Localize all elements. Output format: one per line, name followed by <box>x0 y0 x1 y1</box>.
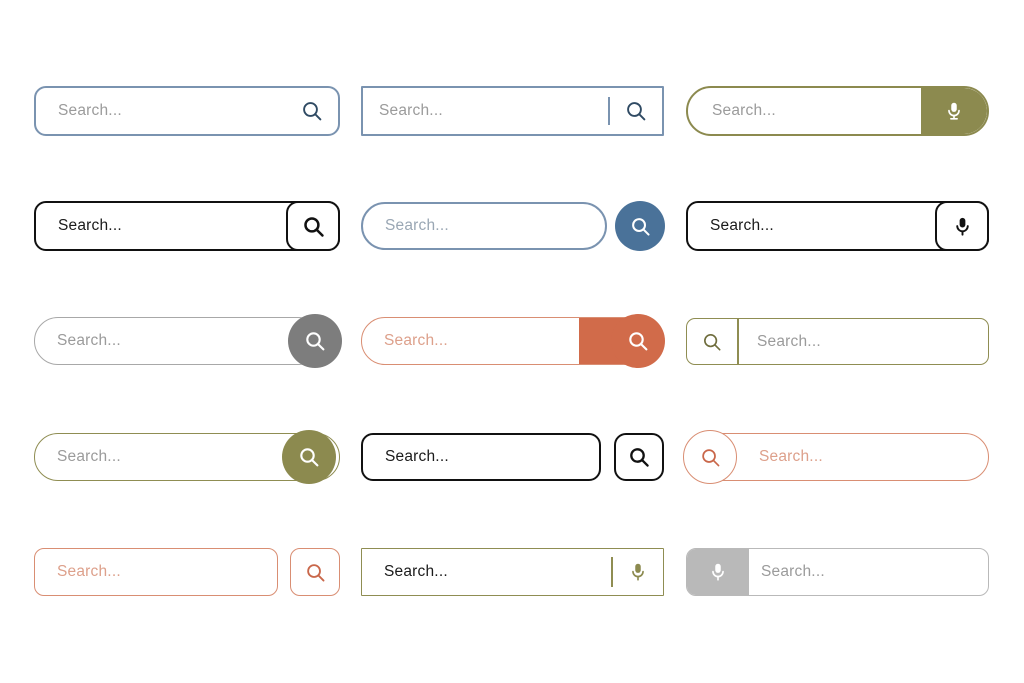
search-input-wrapper[interactable]: Search... <box>361 202 607 250</box>
search-placeholder: Search... <box>757 332 821 350</box>
search-placeholder: Search... <box>761 563 825 580</box>
search-input-wrapper[interactable]: Search... <box>34 548 278 596</box>
search-button[interactable] <box>282 430 336 484</box>
microphone-button[interactable] <box>935 201 989 251</box>
search-button[interactable] <box>290 548 340 596</box>
search-bar-variant-7: Search... <box>34 314 342 368</box>
search-placeholder: Search... <box>384 332 448 349</box>
search-icon[interactable] <box>687 331 737 353</box>
search-bar-variant-3: Search... <box>686 86 989 136</box>
search-placeholder: Search... <box>710 217 774 234</box>
search-bar-variant-9: Search... <box>686 318 989 365</box>
microphone-button[interactable] <box>921 88 987 134</box>
search-placeholder: Search... <box>385 217 449 234</box>
search-input-wrapper[interactable]: Search... <box>361 548 664 596</box>
search-bar-variant-1: Search... <box>34 86 340 136</box>
search-bar-variant-12: Search... <box>683 430 989 484</box>
vertical-divider <box>737 319 739 364</box>
microphone-icon[interactable] <box>613 561 663 583</box>
search-bar-variant-5: Search... <box>361 201 665 251</box>
search-button[interactable] <box>611 314 665 368</box>
search-input-wrapper[interactable]: Search... <box>686 548 989 596</box>
search-placeholder: Search... <box>57 448 121 465</box>
search-icon[interactable] <box>300 99 324 123</box>
search-placeholder: Search... <box>379 102 443 119</box>
search-bar-variant-11: Search... <box>361 433 664 481</box>
search-input-wrapper[interactable]: Search... <box>34 317 322 365</box>
search-input-wrapper[interactable]: Search... <box>361 86 664 136</box>
search-bar-variant-6: Search... <box>686 201 989 251</box>
search-input-wrapper[interactable]: Search... <box>361 317 648 365</box>
search-bar-variant-13: Search... <box>34 548 340 596</box>
search-button[interactable] <box>615 201 665 251</box>
search-placeholder: Search... <box>57 563 121 580</box>
search-bar-variant-14: Search... <box>361 548 664 596</box>
search-placeholder: Search... <box>57 332 121 349</box>
search-placeholder: Search... <box>759 448 823 465</box>
search-input-wrapper[interactable]: Search... <box>686 86 989 136</box>
search-input-wrapper[interactable]: Search... <box>686 201 989 251</box>
search-input-wrapper[interactable]: Search... <box>686 318 989 365</box>
search-button[interactable] <box>286 201 340 251</box>
search-input-wrapper[interactable]: Search... <box>34 86 340 136</box>
search-input-wrapper[interactable]: Search... <box>361 433 601 481</box>
search-placeholder: Search... <box>58 217 122 234</box>
microphone-button[interactable] <box>687 549 749 595</box>
search-placeholder: Search... <box>384 563 448 580</box>
search-button[interactable] <box>288 314 342 368</box>
search-bar-variant-8: Search... <box>361 314 665 368</box>
search-bar-variant-10: Search... <box>34 430 340 484</box>
search-bar-variant-15: Search... <box>686 548 989 596</box>
search-input-wrapper[interactable]: Search... <box>34 201 340 251</box>
search-icon[interactable] <box>610 99 662 123</box>
search-button[interactable] <box>614 433 664 481</box>
search-placeholder: Search... <box>712 102 776 119</box>
search-bar-variant-4: Search... <box>34 201 340 251</box>
search-bar-gallery: Search... Search... Search... Search... … <box>0 0 1024 683</box>
search-button[interactable] <box>683 430 737 484</box>
search-placeholder: Search... <box>58 102 122 119</box>
search-bar-variant-2: Search... <box>361 86 664 136</box>
search-placeholder: Search... <box>385 448 449 465</box>
